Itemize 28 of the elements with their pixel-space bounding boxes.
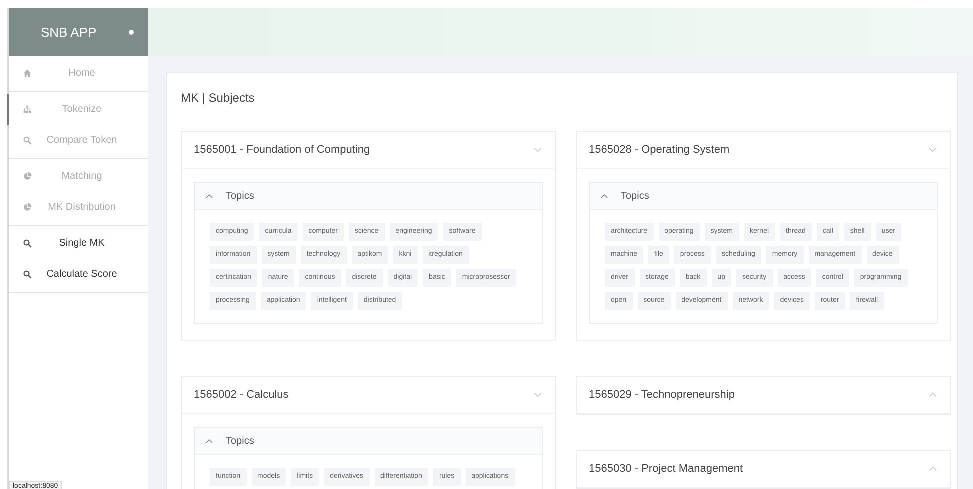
subject-header[interactable]: 1565029 - Technopreneurship — [577, 377, 950, 414]
search-icon — [23, 270, 32, 279]
subject-header[interactable]: 1565002 - Calculus — [182, 377, 555, 414]
hierarchy-icon — [23, 105, 32, 114]
sidebar-item[interactable]: Single MK — [7, 228, 148, 259]
subject-title: 1565002 - Calculus — [194, 389, 289, 401]
subject-title: 1565028 - Operating System — [589, 144, 730, 156]
search-icon — [23, 136, 32, 145]
app-title: SNB APP — [41, 24, 97, 40]
home-icon — [23, 69, 32, 78]
pie-chart-icon — [23, 203, 32, 212]
subject-header[interactable]: 1565028 - Operating System — [577, 132, 950, 169]
topics-header[interactable]: Topics — [195, 183, 542, 210]
pie-chart-icon — [23, 172, 32, 181]
topics-label: Topics — [621, 190, 650, 202]
panel-title: MK | Subjects — [181, 91, 256, 105]
topics-header[interactable]: Topics — [590, 183, 937, 210]
subject-header[interactable]: 1565030 - Project Management — [577, 451, 950, 488]
sidebar-item[interactable]: Calculate Score — [7, 259, 148, 290]
status-dot-icon — [129, 30, 134, 34]
topics-label: Topics — [226, 190, 254, 202]
subject-title: 1565001 - Foundation of Computing — [194, 144, 370, 156]
subject-title: 1565030 - Project Management — [589, 463, 744, 475]
search-icon — [23, 239, 32, 248]
topics-label: Topics — [226, 436, 254, 446]
subject-title: 1565029 - Technopreneurship — [589, 389, 735, 401]
subject-header[interactable]: 1565001 - Foundation of Computing — [182, 132, 555, 169]
topics-header[interactable]: Topics — [195, 428, 542, 455]
